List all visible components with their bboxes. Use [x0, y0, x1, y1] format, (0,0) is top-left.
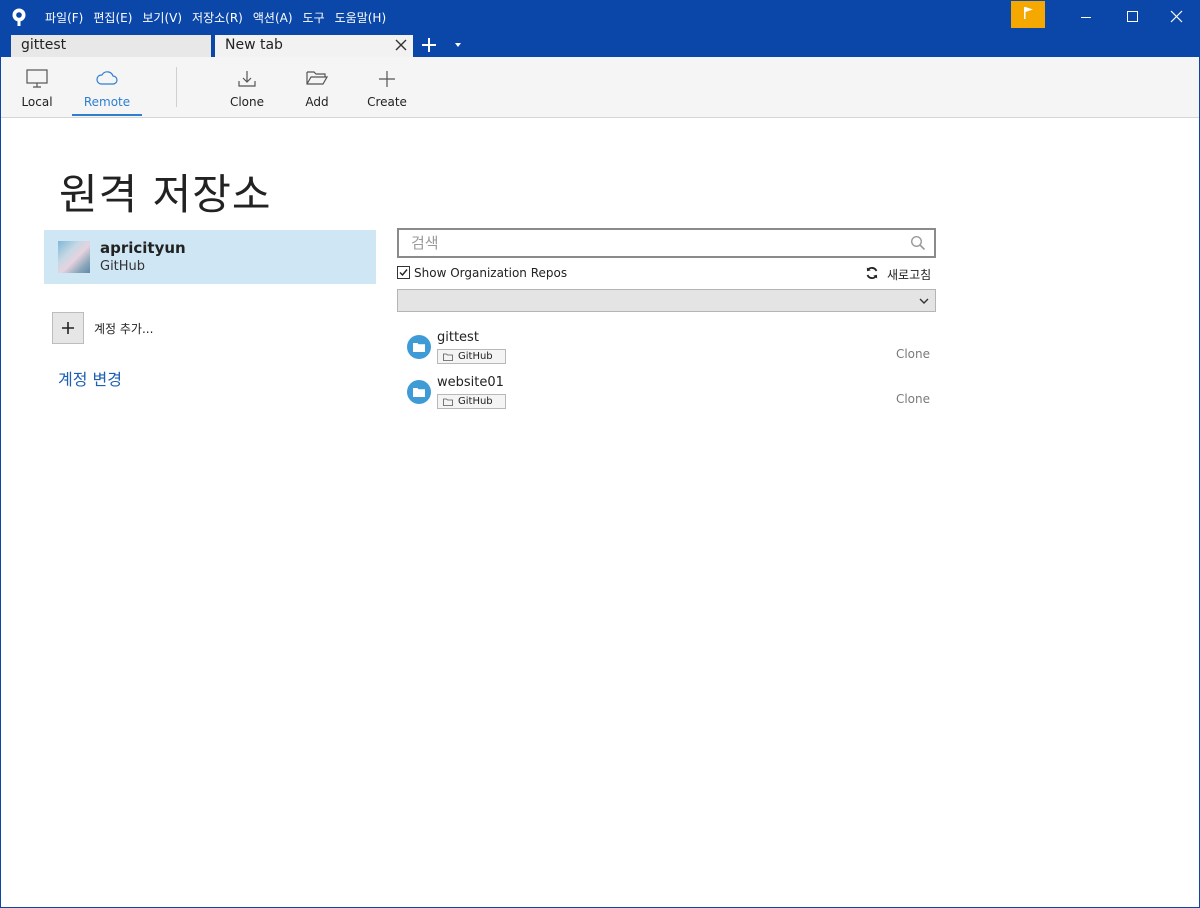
plus-icon: [62, 322, 74, 334]
repo-list: gittest GitHub Clone website01 GitHub Cl…: [397, 324, 936, 414]
repo-host-label: GitHub: [458, 396, 493, 407]
add-label: Add: [305, 95, 329, 109]
menu-repository[interactable]: 저장소(R): [192, 7, 243, 28]
avatar: [58, 241, 90, 273]
repo-folder-icon: [407, 335, 431, 359]
menu-edit[interactable]: 편집(E): [93, 7, 132, 28]
tab-bar: gittest New tab: [1, 33, 1199, 57]
account-service: GitHub: [100, 259, 146, 274]
list-item[interactable]: gittest GitHub Clone: [397, 324, 936, 369]
page-title: 원격 저장소: [59, 170, 272, 219]
repo-host-badge: GitHub: [437, 394, 506, 409]
tab-close-icon[interactable]: [395, 39, 407, 51]
create-label: Create: [367, 95, 407, 109]
tab-gittest[interactable]: gittest: [11, 35, 211, 57]
list-item[interactable]: website01 GitHub Clone: [397, 369, 936, 414]
download-icon: [238, 71, 256, 87]
folder-open-icon: [306, 71, 328, 85]
search-icon: [910, 235, 926, 251]
menu-help[interactable]: 도움말(H): [335, 7, 387, 28]
sourcetree-logo-icon: [12, 8, 26, 26]
minimize-icon: [1081, 17, 1091, 18]
menu-tools[interactable]: 도구: [303, 7, 325, 28]
search-input[interactable]: [399, 230, 899, 256]
app-window: 파일(F) 편집(E) 보기(V) 저장소(R) 액션(A) 도구 도움말(H)…: [0, 0, 1200, 908]
folder-icon: [443, 353, 453, 361]
chevron-down-icon: [919, 298, 929, 304]
add-button[interactable]: Add: [297, 57, 337, 117]
show-org-repos-label[interactable]: Show Organization Repos: [414, 266, 567, 280]
tab-new-tab[interactable]: New tab: [215, 35, 413, 57]
title-bar: 파일(F) 편집(E) 보기(V) 저장소(R) 액션(A) 도구 도움말(H): [1, 1, 1199, 33]
show-org-repos-checkbox[interactable]: [397, 266, 410, 279]
create-button[interactable]: Create: [363, 57, 411, 117]
refresh-icon: [866, 267, 878, 279]
checkmark-icon: [399, 269, 408, 277]
menu-actions[interactable]: 액션(A): [253, 7, 293, 28]
notification-flag-button[interactable]: [1011, 1, 1045, 28]
new-tab-plus-icon[interactable]: [420, 36, 438, 54]
repo-host-label: GitHub: [458, 351, 493, 362]
monitor-icon: [26, 69, 48, 88]
menu-view[interactable]: 보기(V): [142, 7, 182, 28]
tab-dropdown-icon[interactable]: [453, 40, 463, 50]
clone-repo-button[interactable]: Clone: [896, 392, 930, 406]
clone-repo-button[interactable]: Clone: [896, 347, 930, 361]
flag-icon: [1024, 7, 1033, 19]
tab-label: New tab: [225, 37, 283, 53]
menu-file[interactable]: 파일(F): [45, 7, 83, 28]
local-label: Local: [21, 95, 53, 109]
refresh-label: 새로고침: [887, 268, 932, 282]
add-account-button[interactable]: [52, 312, 84, 344]
minimize-button[interactable]: [1063, 1, 1109, 33]
remote-label: Remote: [83, 95, 131, 109]
toolbar: Local Remote Clone Add Create: [1, 57, 1199, 118]
active-tab-underline: [72, 114, 142, 116]
add-account-label[interactable]: 계정 추가...: [94, 320, 153, 337]
maximize-icon: [1127, 11, 1138, 22]
account-card[interactable]: apricityun GitHub: [44, 230, 376, 284]
local-button[interactable]: Local: [15, 57, 59, 117]
toolbar-divider: [176, 67, 177, 107]
maximize-button[interactable]: [1109, 1, 1155, 33]
organization-select[interactable]: [397, 289, 936, 312]
close-window-button[interactable]: [1153, 1, 1199, 33]
repo-folder-icon: [407, 380, 431, 404]
clone-button[interactable]: Clone: [223, 57, 271, 117]
repo-name: gittest: [437, 330, 479, 345]
plus-icon: [379, 71, 395, 87]
remote-button[interactable]: Remote: [72, 57, 142, 117]
search-box: [397, 228, 936, 258]
menu-bar: 파일(F) 편집(E) 보기(V) 저장소(R) 액션(A) 도구 도움말(H): [45, 1, 396, 33]
close-icon: [1170, 10, 1183, 23]
repo-name: website01: [437, 375, 504, 390]
cloud-icon: [96, 71, 118, 85]
repo-host-badge: GitHub: [437, 349, 506, 364]
clone-label: Clone: [229, 95, 265, 109]
change-account-link[interactable]: 계정 변경: [58, 366, 122, 390]
account-name: apricityun: [100, 239, 186, 257]
folder-icon: [443, 398, 453, 406]
